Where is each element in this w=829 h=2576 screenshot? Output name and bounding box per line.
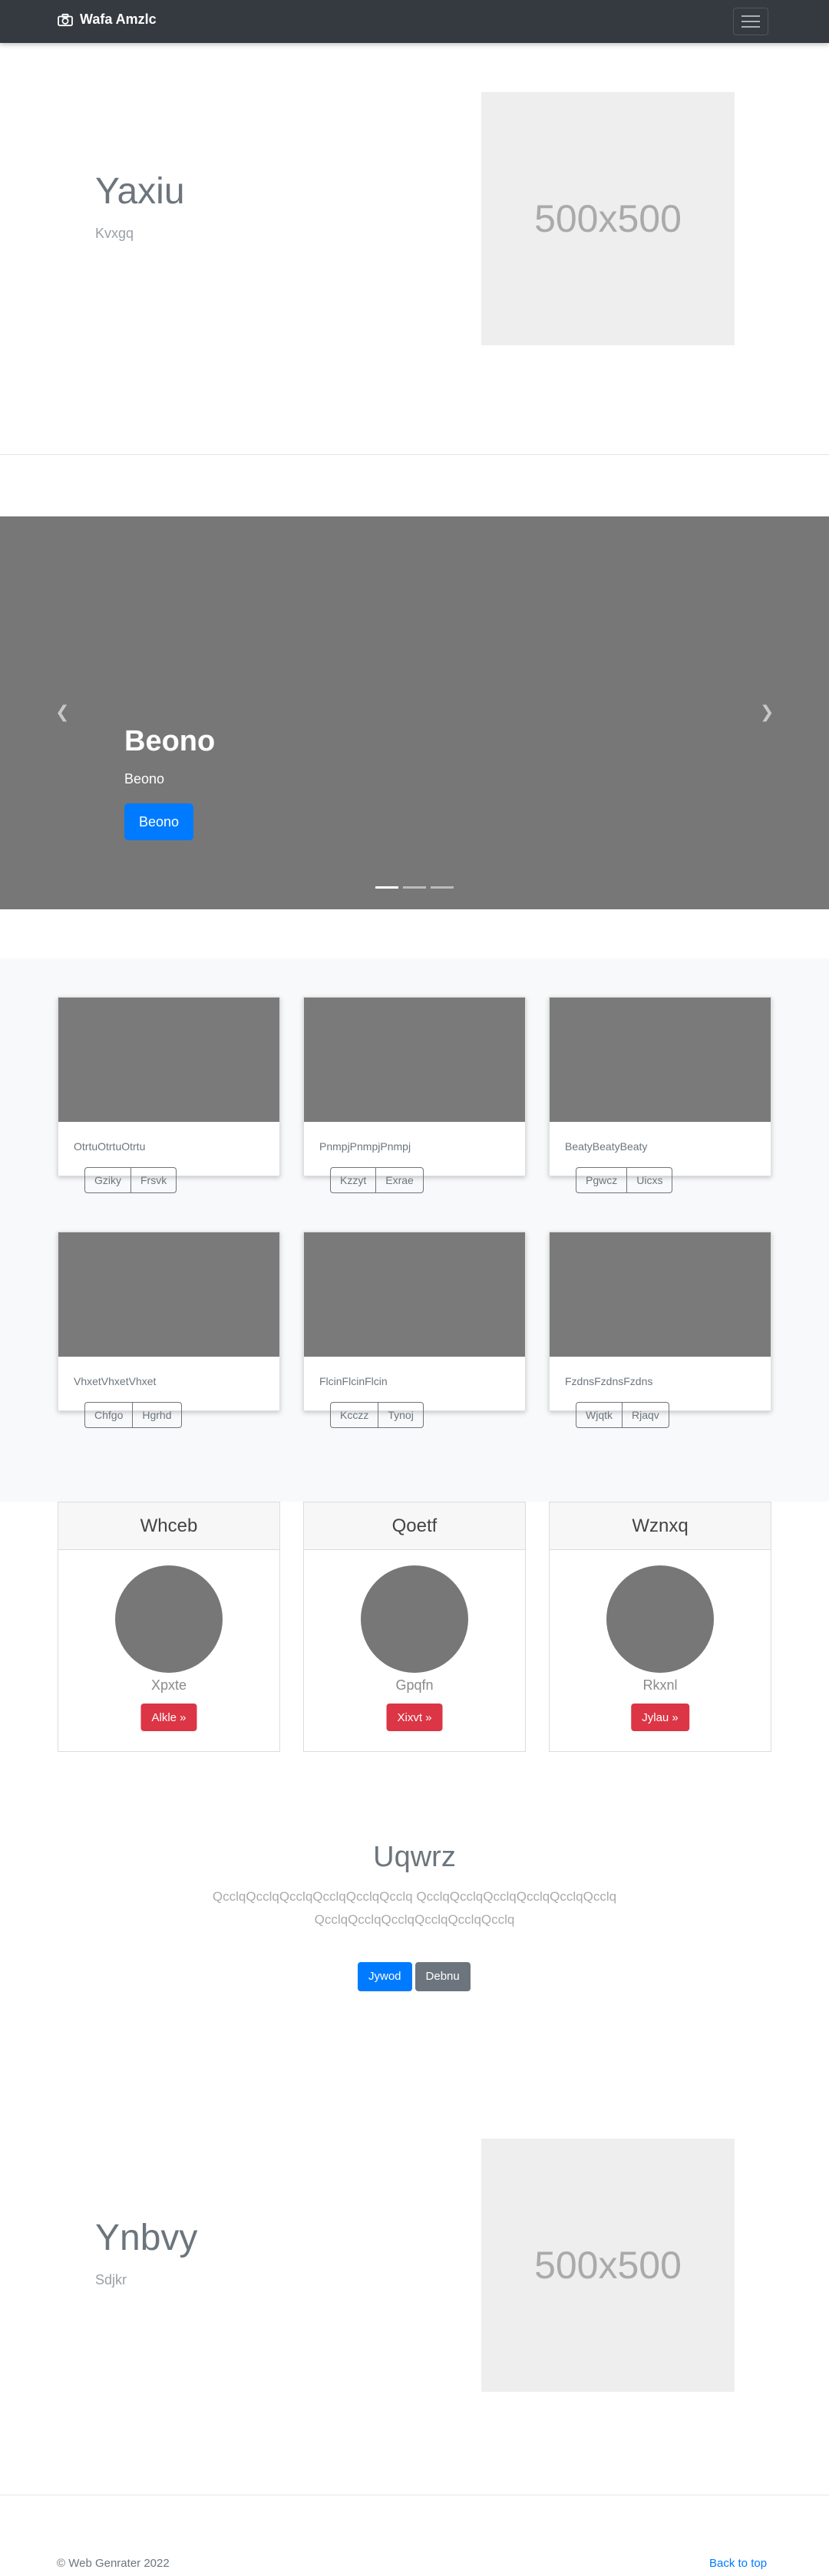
footer-copyright: © Web Genrater 2022 xyxy=(57,2557,170,2570)
profile-card: Qoetf Gpqfn Xixvt » xyxy=(303,1502,526,1752)
profile-name: Rkxnl xyxy=(642,1677,678,1693)
card-thumbnail xyxy=(304,998,525,1122)
cta-button-row: Jywod Debnu xyxy=(358,1962,471,1991)
carousel-indicator[interactable] xyxy=(431,886,454,889)
avatar xyxy=(361,1565,468,1673)
carousel: ❮ ❯ Beono Beono Beono xyxy=(0,516,829,909)
back-to-top-link[interactable]: Back to top xyxy=(709,2557,767,2570)
card-button-view[interactable]: Chfgo xyxy=(84,1402,134,1428)
carousel-indicator[interactable] xyxy=(375,886,398,889)
navbar-brand[interactable]: Wafa Amzlc xyxy=(57,12,157,28)
cta-section: Uqwrz QcclqQcclqQcclqQcclqQcclqQcclq Qcc… xyxy=(0,1752,829,2096)
album-card: FlcinFlcinFlcin Kcczz Tynoj xyxy=(303,1232,526,1428)
card-thumbnail xyxy=(304,1232,525,1357)
carousel-title: Beono xyxy=(124,725,216,757)
card-text: VhxetVhxetVhxet xyxy=(74,1375,157,1387)
profile-name: Gpqfn xyxy=(395,1677,434,1693)
album-card: VhxetVhxetVhxet Chfgo Hgrhd xyxy=(58,1232,280,1428)
card-button-edit[interactable]: Frsvk xyxy=(131,1167,177,1193)
card-button-group: Kcczz Tynoj xyxy=(330,1402,424,1428)
profile-name: Xpxte xyxy=(150,1677,187,1693)
card-button-group: Wjqtk Rjaqv xyxy=(576,1402,669,1428)
album-section: OtrtuOtrtuOtrtu Gziky Frsvk PnmpjPnmpjPn… xyxy=(0,958,829,1502)
album-card: PnmpjPnmpjPnmpj Kzzyt Exrae xyxy=(303,997,526,1193)
carousel-text: Beono xyxy=(124,771,165,787)
card-text: FzdnsFzdnsFzdns xyxy=(565,1375,653,1387)
card-thumbnail xyxy=(550,998,771,1122)
card-button-edit[interactable]: Uicxs xyxy=(627,1167,673,1193)
hero-subtitle: Sdjkr xyxy=(95,2272,127,2287)
card-text: BeatyBeatyBeaty xyxy=(565,1140,648,1153)
navbar: Wafa Amzlc xyxy=(0,0,829,43)
brand-text: Wafa Amzlc xyxy=(80,12,157,27)
hero-image-placeholder: 500x500 xyxy=(481,2139,735,2392)
hero-title: Yaxiu xyxy=(95,171,185,212)
hero-title: Ynbvy xyxy=(95,2218,198,2258)
card-button-edit[interactable]: Tynoj xyxy=(378,1402,424,1428)
hero-subtitle: Kvxgq xyxy=(95,226,134,241)
card-thumbnail xyxy=(550,1232,771,1357)
card-thumbnail xyxy=(58,998,279,1122)
card-thumbnail xyxy=(58,1232,279,1357)
card-button-view[interactable]: Wjqtk xyxy=(576,1402,623,1428)
avatar xyxy=(115,1565,223,1673)
carousel-button[interactable]: Beono xyxy=(124,803,193,840)
avatar xyxy=(606,1565,714,1673)
profile-card: Wznxq Rkxnl Jylau » xyxy=(549,1502,771,1752)
album-card: OtrtuOtrtuOtrtu Gziky Frsvk xyxy=(58,997,280,1193)
hero-section-2: Ynbvy Sdjkr 500x500 xyxy=(0,2096,829,2495)
card-button-view[interactable]: Kcczz xyxy=(330,1402,379,1428)
card-button-view[interactable]: Gziky xyxy=(84,1167,131,1193)
hamburger-icon xyxy=(741,15,760,17)
camera-icon xyxy=(58,13,73,26)
profile-card-header: Qoetf xyxy=(304,1502,525,1550)
profile-button[interactable]: Jylau » xyxy=(631,1704,689,1731)
profile-button[interactable]: Xixvt » xyxy=(386,1704,443,1731)
card-text: FlcinFlcinFlcin xyxy=(319,1375,388,1387)
cta-primary-button[interactable]: Jywod xyxy=(358,1962,412,1991)
chevron-left-icon[interactable]: ❮ xyxy=(55,702,69,722)
card-button-group: Gziky Frsvk xyxy=(84,1167,177,1193)
chevron-right-icon[interactable]: ❯ xyxy=(760,702,774,722)
album-card: FzdnsFzdnsFzdns Wjqtk Rjaqv xyxy=(549,1232,771,1428)
cta-title: Uqwrz xyxy=(373,1841,456,1873)
profile-button[interactable]: Alkle » xyxy=(140,1704,197,1731)
card-button-edit[interactable]: Exrae xyxy=(376,1167,424,1193)
card-button-view[interactable]: Pgwcz xyxy=(576,1167,628,1193)
card-text: PnmpjPnmpjPnmpj xyxy=(319,1140,411,1153)
card-button-group: Pgwcz Uicxs xyxy=(576,1167,673,1193)
album-grid: OtrtuOtrtuOtrtu Gziky Frsvk PnmpjPnmpjPn… xyxy=(0,997,829,1448)
card-button-edit[interactable]: Hgrhd xyxy=(133,1402,182,1428)
hero-image-placeholder: 500x500 xyxy=(481,92,735,345)
card-text: OtrtuOtrtuOtrtu xyxy=(74,1140,146,1153)
carousel-indicator[interactable] xyxy=(403,886,426,889)
cta-text: QcclqQcclqQcclqQcclqQcclqQcclq QcclqQccl… xyxy=(212,1889,617,1927)
card-button-group: Chfgo Hgrhd xyxy=(84,1402,182,1428)
profile-cards-section: Whceb Xpxte Alkle » Qoetf Gpqfn Xixvt » … xyxy=(0,1502,829,1752)
album-card: BeatyBeatyBeaty Pgwcz Uicxs xyxy=(549,997,771,1193)
card-button-group: Kzzyt Exrae xyxy=(330,1167,424,1193)
carousel-indicators xyxy=(375,886,454,889)
profile-card-header: Whceb xyxy=(58,1502,279,1550)
profile-card-header: Wznxq xyxy=(550,1502,771,1550)
navbar-toggler-button[interactable] xyxy=(733,8,768,35)
hero-section: Yaxiu Kvxgq 500x500 xyxy=(0,43,829,454)
card-button-view[interactable]: Kzzyt xyxy=(330,1167,377,1193)
divider xyxy=(0,454,829,455)
footer: © Web Genrater 2022 Back to top xyxy=(0,2495,829,2576)
card-button-edit[interactable]: Rjaqv xyxy=(623,1402,669,1428)
profile-card: Whceb Xpxte Alkle » xyxy=(58,1502,280,1752)
cta-secondary-button[interactable]: Debnu xyxy=(414,1962,471,1991)
